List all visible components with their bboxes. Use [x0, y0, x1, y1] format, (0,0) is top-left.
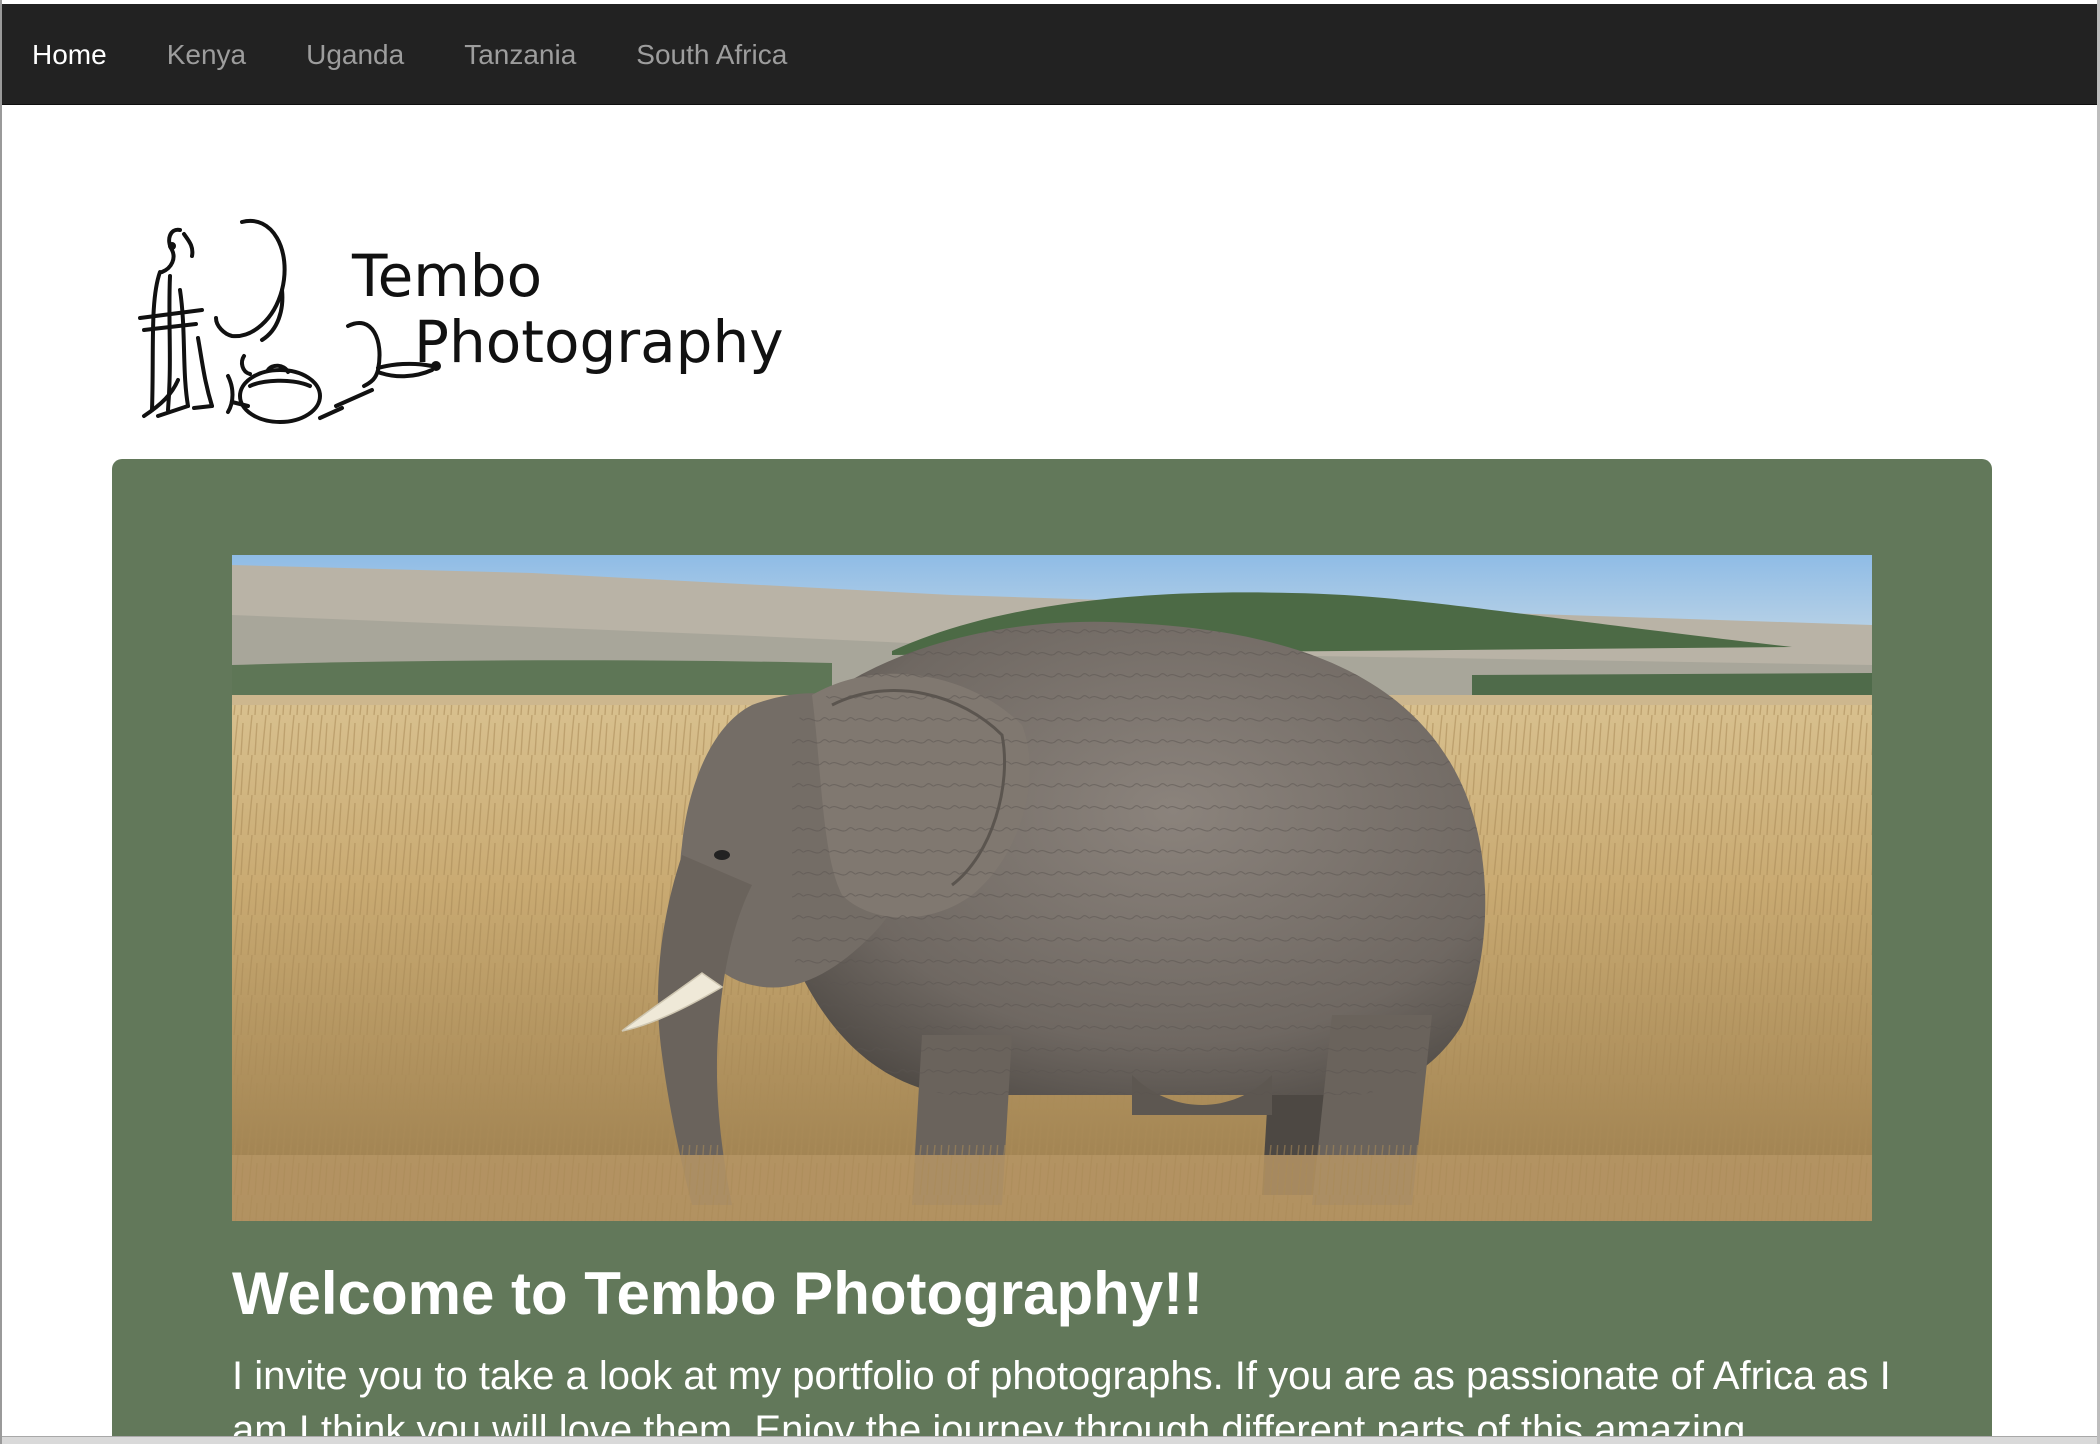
welcome-heading: Welcome to Tembo Photography!! [232, 1260, 1204, 1327]
logo-line-1: Tembo [351, 242, 542, 310]
page: Home Kenya Uganda Tanzania South Africa [0, 0, 2100, 1444]
nav-tanzania[interactable]: Tanzania [434, 4, 606, 105]
top-navbar: Home Kenya Uganda Tanzania South Africa [2, 4, 2097, 105]
nav-uganda[interactable]: Uganda [276, 4, 434, 105]
window-bottom-edge [2, 1436, 2097, 1444]
nav-south-africa[interactable]: South Africa [606, 4, 817, 105]
nav-kenya[interactable]: Kenya [137, 4, 276, 105]
intro-paragraph: I invite you to take a look at my portfo… [232, 1354, 1891, 1444]
tembo-logo: Tembo Photography [132, 210, 812, 440]
hero-elephant-photo [232, 555, 1872, 1221]
logo-line-2: Photography [414, 308, 784, 376]
welcome-jumbotron: Welcome to Tembo Photography!! I invite … [112, 459, 1992, 1444]
nav-home[interactable]: Home [2, 4, 137, 105]
